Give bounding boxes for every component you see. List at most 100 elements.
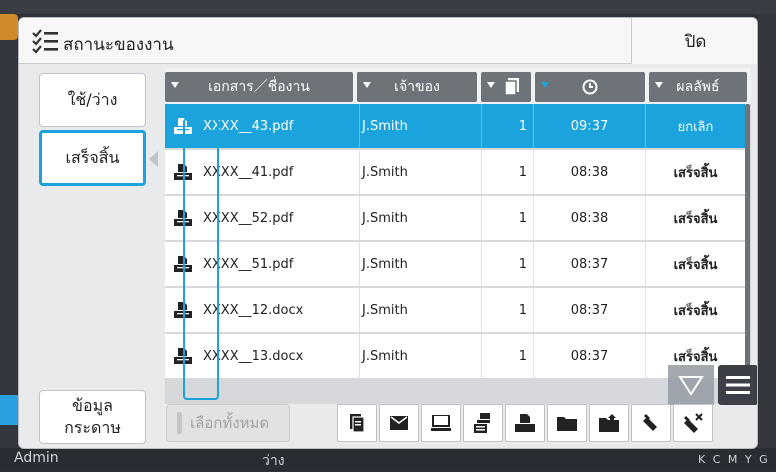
- job-status-dialog: สถานะของงาน ปิด ใช้/ว่าง เสร็จสิ้น ข้อมู…: [18, 17, 758, 449]
- title-bar: สถานะของงาน ปิด: [19, 18, 757, 64]
- job-time: 08:37: [533, 334, 645, 378]
- copy-icon: [474, 413, 490, 433]
- printer-status: ว่าง: [262, 453, 285, 469]
- job-name: XXXX__12.docx: [203, 302, 304, 318]
- column-header-time[interactable]: [535, 72, 645, 102]
- job-result: เสร็จสิ้น: [645, 196, 745, 240]
- print-job-icon: [174, 302, 192, 318]
- job-time: 09:37: [533, 104, 645, 148]
- background-footer: Admin ว่าง K C M Y G: [0, 448, 776, 471]
- close-button[interactable]: ปิด: [631, 18, 757, 64]
- column-header-result[interactable]: ผลลัพธ์: [649, 72, 747, 102]
- job-owner: J.Smith: [359, 104, 481, 148]
- job-pages: 1: [481, 288, 533, 332]
- job-time: 08:38: [533, 196, 645, 240]
- print-job-cell: [165, 334, 201, 378]
- pages-icon: [505, 78, 519, 96]
- job-pages: 1: [481, 242, 533, 286]
- job-result: ยกเลิก: [645, 104, 745, 148]
- job-name: XXXX__13.docx: [203, 348, 304, 364]
- folder-icon: [557, 417, 577, 431]
- print-job-icon: [174, 348, 192, 364]
- background-status-bar: [0, 0, 776, 14]
- background-right-edge: [758, 14, 776, 448]
- table-header: เอกสาร／ชื่องาน เจ้าของ ผลลัพธ์: [165, 68, 751, 104]
- print-button[interactable]: [505, 404, 545, 442]
- computer-button[interactable]: [421, 404, 461, 442]
- table-row[interactable]: XXXX__12.docx J.Smith 1 08:37 เสร็จสิ้น: [165, 288, 745, 332]
- usb-button[interactable]: [631, 404, 671, 442]
- select-all-button[interactable]: เลือกทั้งหมด: [166, 404, 290, 442]
- job-owner: J.Smith: [359, 288, 481, 332]
- table-row[interactable]: XXXX__13.docx J.Smith 1 08:37 เสร็จสิ้น: [165, 334, 745, 378]
- job-time: 08:38: [533, 150, 645, 194]
- job-pages: 1: [481, 334, 533, 378]
- usb-icon: [643, 414, 657, 431]
- sidebar-item-completed[interactable]: เสร็จสิ้น: [39, 130, 146, 186]
- selected-tab-pointer: [149, 151, 158, 167]
- job-result: เสร็จสิ้น: [645, 288, 745, 332]
- job-result: เสร็จสิ้น: [645, 242, 745, 286]
- print-job-icon: [174, 164, 192, 180]
- job-list-icon: [32, 29, 58, 54]
- details-button[interactable]: [337, 404, 377, 442]
- background-left-edge: [0, 14, 18, 448]
- checkbox-bar-icon: [177, 412, 182, 434]
- table-scrollbar[interactable]: [745, 104, 750, 404]
- job-name: XXXX__52.pdf: [203, 210, 294, 226]
- column-header-document[interactable]: เอกสาร／ชื่องาน: [165, 72, 353, 102]
- job-owner: J.Smith: [359, 242, 481, 286]
- mail-button[interactable]: [379, 404, 419, 442]
- print-job-cell: [165, 104, 201, 148]
- hamburger-icon: [726, 376, 750, 394]
- ink-levels: K C M Y G: [698, 453, 770, 466]
- job-owner: J.Smith: [359, 196, 481, 240]
- job-owner: J.Smith: [359, 334, 481, 378]
- job-table: เอกสาร／ชื่องาน เจ้าของ ผลลัพธ์ XXXX__43.…: [165, 68, 751, 404]
- job-name: XXXX__51.pdf: [203, 256, 294, 272]
- job-pages: 1: [481, 104, 533, 148]
- job-result: เสร็จสิ้น: [645, 150, 745, 194]
- print-job-cell: [165, 196, 201, 240]
- table-row[interactable]: XXXX__41.pdf J.Smith 1 08:38 เสร็จสิ้น: [165, 150, 745, 194]
- sidebar-item-active[interactable]: ใช้/ว่าง: [39, 73, 146, 127]
- copy-button[interactable]: [463, 404, 503, 442]
- print-job-icon: [174, 118, 192, 134]
- delete-usb-button[interactable]: [673, 404, 713, 442]
- menu-button[interactable]: [718, 365, 757, 405]
- job-time: 08:37: [533, 288, 645, 332]
- select-all-label: เลือกทั้งหมด: [190, 414, 270, 432]
- save-to-folder-icon: [599, 414, 619, 432]
- job-pages: 1: [481, 150, 533, 194]
- clock-icon: [582, 79, 598, 95]
- bottom-toolbar: เลือกทั้งหมด: [19, 404, 757, 448]
- scroll-down-button[interactable]: [668, 365, 714, 405]
- print-icon: [515, 414, 535, 432]
- save-to-folder-button[interactable]: [589, 404, 629, 442]
- background-orange-tab: [0, 14, 18, 40]
- print-job-cell: [165, 288, 201, 332]
- column-header-owner[interactable]: เจ้าของ: [357, 72, 477, 102]
- print-job-icon: [174, 256, 192, 272]
- column-header-pages[interactable]: [481, 72, 531, 102]
- job-pages: 1: [481, 196, 533, 240]
- print-job-cell: [165, 150, 201, 194]
- folder-button[interactable]: [547, 404, 587, 442]
- triangle-down-icon: [678, 376, 704, 396]
- job-owner: J.Smith: [359, 150, 481, 194]
- computer-icon: [431, 415, 451, 431]
- table-row[interactable]: XXXX__43.pdf J.Smith 1 09:37 ยกเลิก: [165, 104, 745, 148]
- page-title: สถานะของงาน: [63, 35, 174, 55]
- table-row[interactable]: XXXX__52.pdf J.Smith 1 08:38 เสร็จสิ้น: [165, 196, 745, 240]
- print-job-icon: [174, 210, 192, 226]
- mail-icon: [390, 416, 408, 430]
- job-name: XXXX__43.pdf: [203, 118, 294, 134]
- admin-label: Admin: [14, 450, 59, 466]
- print-job-cell: [165, 242, 201, 286]
- job-name: XXXX__41.pdf: [203, 164, 294, 180]
- table-row[interactable]: XXXX__51.pdf J.Smith 1 08:37 เสร็จสิ้น: [165, 242, 745, 286]
- background-blue-tab: [0, 395, 18, 425]
- delete-usb-icon: [684, 413, 703, 433]
- job-time: 08:37: [533, 242, 645, 286]
- details-icon: [350, 414, 365, 432]
